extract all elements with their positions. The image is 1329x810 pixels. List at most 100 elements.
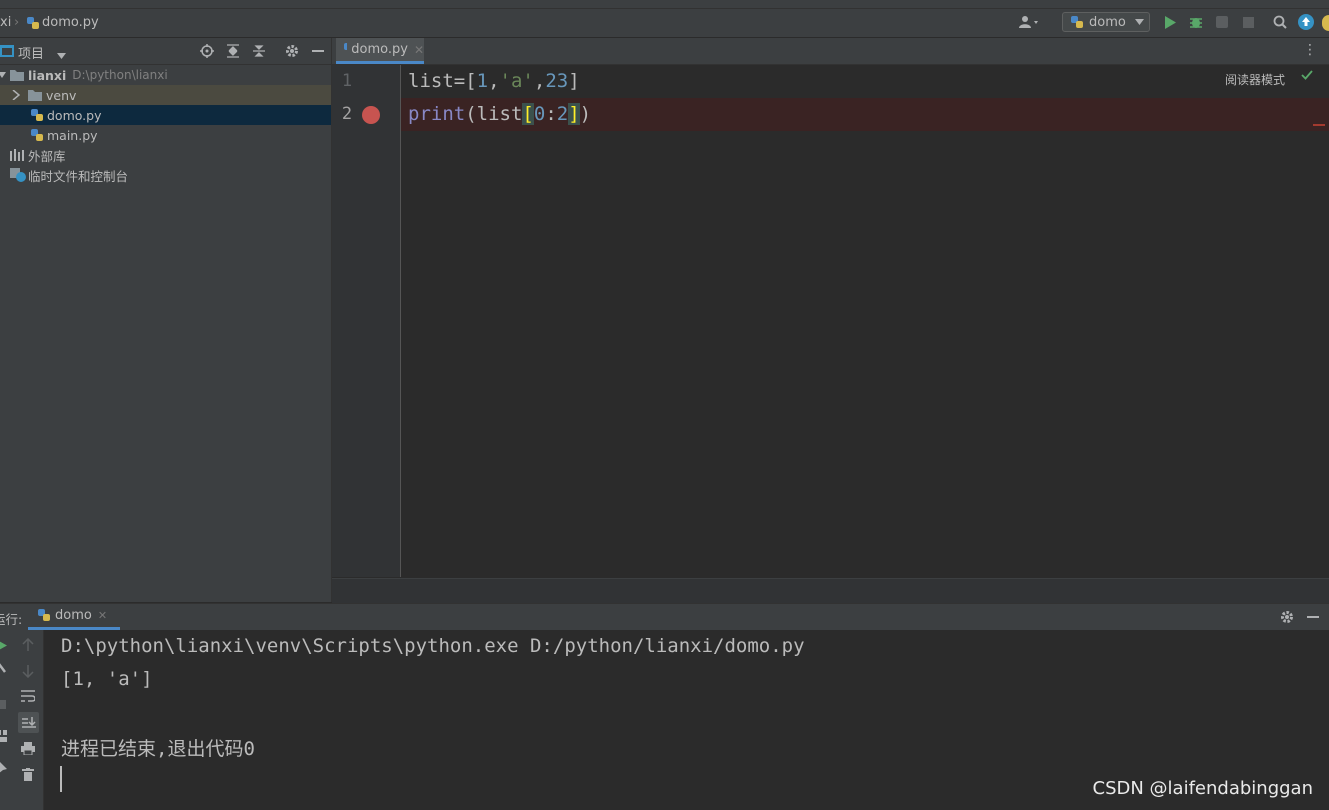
hide-panel-icon[interactable] [308,41,328,61]
folder-icon [10,70,24,81]
print-icon[interactable] [21,742,35,758]
collapse-all-icon[interactable] [249,41,269,61]
editor-horizontal-scroll-area[interactable] [332,578,1329,603]
check-icon[interactable] [1301,69,1313,83]
pin-icon[interactable] [0,762,7,777]
soft-wrap-icon[interactable] [21,690,36,705]
stop-icon[interactable] [0,698,6,712]
code-token: (list [465,103,523,125]
wrench-icon[interactable] [0,662,7,677]
update-icon[interactable] [1296,12,1316,32]
trash-icon[interactable] [22,768,34,784]
editor-tab-bar: domo.py ✕ ⋮ [332,38,1329,65]
code-token: [ [522,103,534,125]
python-file-icon [31,128,43,141]
console-line: [1, 'a'] [61,668,153,690]
chevron-down-icon [1134,19,1144,25]
tree-item-label: venv [46,87,77,103]
layout-icon[interactable] [0,730,7,745]
tree-item-label: 外部库 [28,148,66,164]
project-panel-title[interactable]: 项目 [18,43,44,62]
run-toolbar-secondary [14,630,44,810]
code-token: list=[ [408,70,477,92]
rerun-icon[interactable] [0,640,7,654]
tab-run-domo[interactable]: domo ✕ [28,604,120,630]
line-number: 2 [341,104,353,124]
tree-item-label: 临时文件和控制台 [28,168,129,184]
scroll-to-end-icon[interactable] [18,712,39,733]
tree-item-external-libraries[interactable]: 外部库 [0,145,331,165]
root-folder-name: lianxi [28,67,67,83]
root-folder-path: D:\python\lianxi [72,68,168,82]
code-token: , [488,70,500,92]
tree-item-domo[interactable]: domo.py [0,105,331,125]
code-line-1: list=[1,'a',23] [401,65,1329,98]
code-token: 1 [476,70,489,92]
code-token: ) [579,103,592,125]
stop-icon[interactable] [1238,12,1258,32]
arrow-up-icon[interactable] [22,637,34,655]
tab-label: domo.py [351,42,408,57]
run-toolbar-primary [0,630,14,810]
console-line: 进程已结束,退出代码0 [61,738,255,760]
run-panel-title: 运行: [0,612,23,627]
python-icon [1071,15,1083,28]
error-stripe-mark[interactable] [1313,124,1325,126]
run-configuration-label: domo [1089,14,1126,30]
chevron-right-icon[interactable] [12,90,20,100]
gear-icon[interactable] [1277,607,1297,627]
run-tab-label: domo [55,608,92,623]
code-token: ] [568,103,580,125]
arrow-down-icon[interactable] [22,664,34,681]
breadcrumb-separator-icon: › [14,15,20,30]
project-tool-window: 项目 lianxi D:\python\lianxi venv domo.py … [0,38,332,602]
navigation-bar: xi › domo.py domo [0,9,1329,38]
tree-item-root[interactable]: lianxi D:\python\lianxi [0,65,331,85]
code-token: 2 [556,103,569,125]
text-caret [60,766,62,792]
hide-panel-icon[interactable] [1303,607,1323,627]
folder-icon [28,90,42,101]
reader-mode-button[interactable]: 阅读器模式 [1225,71,1285,88]
line-number: 1 [341,71,353,91]
tree-item-venv[interactable]: venv [0,85,331,105]
code-token: 'a' [499,70,534,92]
close-icon[interactable]: ✕ [414,43,424,57]
expand-all-icon[interactable] [223,41,243,61]
project-view-icon [0,45,14,60]
watermark: CSDN @laifendabinggan [1092,778,1313,799]
chevron-down-icon[interactable] [0,71,6,79]
tree-item-scratches[interactable]: 临时文件和控制台 [0,165,331,185]
code-token: : [545,103,557,125]
breadcrumb-file[interactable]: domo.py [42,15,99,30]
python-icon [38,609,50,621]
editor-gutter[interactable]: 1 2 [332,65,401,577]
gear-icon[interactable] [282,41,302,61]
run-configuration-dropdown[interactable]: domo [1062,12,1150,32]
search-icon[interactable] [1270,12,1290,32]
python-file-icon [26,16,40,33]
library-icon [10,149,24,161]
code-token: , [533,70,546,92]
avatar-icon[interactable] [1322,15,1329,31]
more-options-icon[interactable]: ⋮ [1303,42,1317,58]
coverage-icon[interactable] [1212,12,1232,32]
code-line-2: print(list[0:2]) [401,98,1329,131]
breakpoint-icon[interactable] [362,106,380,124]
code-token: print [408,103,466,125]
scratches-icon [10,168,26,182]
tab-domo-py[interactable]: domo.py ✕ [336,38,424,64]
locate-file-icon[interactable] [197,41,217,61]
run-icon[interactable] [1160,12,1180,32]
code-token: 0 [533,103,546,125]
chevron-down-icon[interactable] [57,48,66,62]
project-panel-header: 项目 [0,38,331,65]
breadcrumb-project[interactable]: xi [0,15,11,30]
close-icon[interactable]: ✕ [98,609,107,622]
user-icon[interactable] [1018,12,1038,32]
tree-item-label: main.py [47,127,98,143]
debug-icon[interactable] [1186,12,1206,32]
tree-item-main[interactable]: main.py [0,125,331,145]
code-token: ] [568,70,580,92]
code-editor[interactable]: list=[1,'a',23] print(list[0:2]) [401,65,1329,577]
